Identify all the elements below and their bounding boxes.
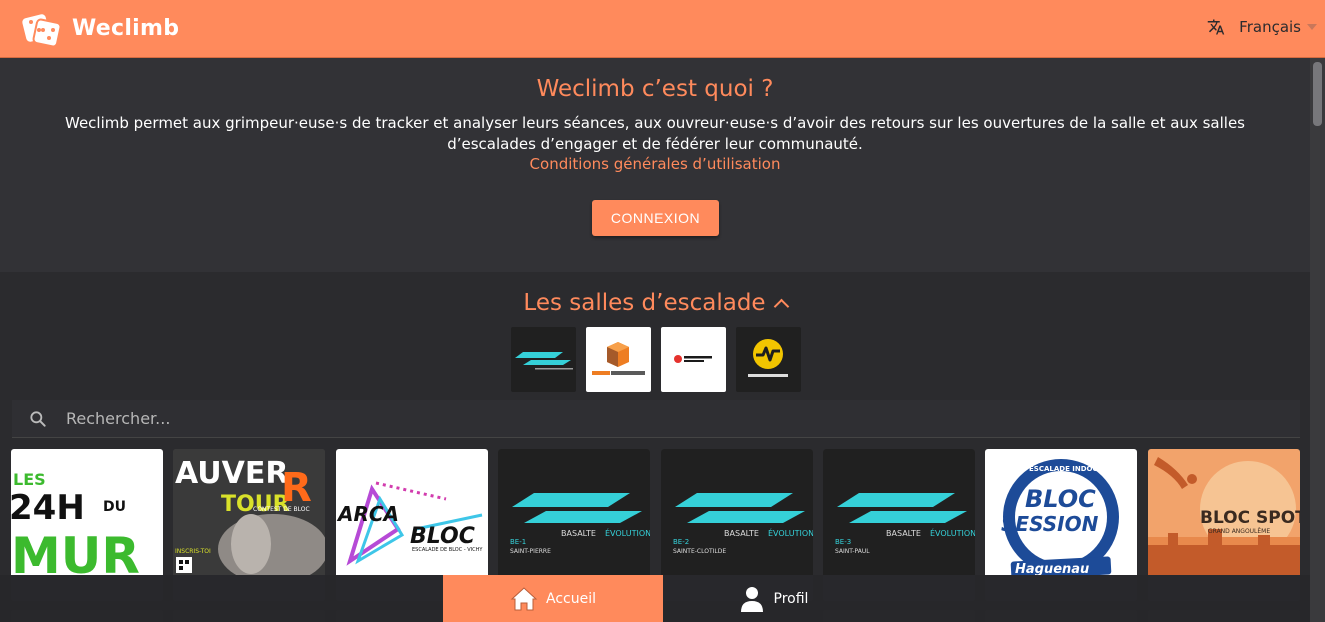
gym-card-text: BLOC	[410, 524, 475, 549]
gym-card-text: MUR	[11, 527, 140, 575]
gym-card-image: BASALTE ÉVOLUTION BE-1 SAINT-PIERRE	[498, 449, 650, 575]
page-scrollbar[interactable]	[1310, 58, 1325, 622]
gyms-title: Les salles d’escalade	[523, 290, 766, 316]
gym-card-text: TOUR	[221, 492, 290, 517]
chevron-up-icon[interactable]	[773, 298, 789, 315]
gym-card-text: CONTEST DE BLOC	[253, 506, 310, 513]
dice-logo-icon	[22, 13, 62, 47]
gym-card-text: BASALTE	[724, 529, 759, 538]
gym-card-text: BASALTE	[886, 529, 921, 538]
chain-chip-vertical-art[interactable]	[736, 327, 801, 392]
brand[interactable]: Weclimb	[20, 8, 179, 50]
gym-card-text: ÉVOLUTION	[605, 527, 650, 538]
gym-card-image: ARCA BLOC ESCALADE DE BLOC - VICHY	[336, 449, 488, 575]
scrollbar-thumb[interactable]	[1313, 62, 1322, 126]
nav-home-tab[interactable]: Accueil	[443, 575, 663, 622]
gym-card-text: ÉVOLUTION	[768, 527, 813, 538]
login-button[interactable]: CONNEXION	[592, 200, 719, 236]
basalte-evolution-logo-icon	[515, 352, 573, 370]
gym-card-text: BE-1	[510, 538, 526, 546]
blockout-logo-icon	[674, 355, 712, 363]
gym-card-text: DU	[103, 499, 126, 515]
caret-down-icon	[1307, 24, 1317, 30]
intro-section: Weclimb c’est quoi ? Weclimb permet aux …	[0, 58, 1310, 272]
gym-card-text: Haguenau	[1015, 562, 1089, 575]
gym-search-bar	[12, 400, 1300, 438]
gym-card-text: R	[281, 465, 312, 511]
chain-chip-basalte[interactable]	[511, 327, 576, 392]
vertical-art-logo-icon	[748, 339, 788, 377]
gym-card-text: SAINT-PAUL	[835, 548, 870, 555]
gym-card-text: SAINTE-CLOTILDE	[673, 548, 726, 555]
gym-card-text: AND MORE	[1047, 548, 1084, 555]
gym-card-image: BASALTE ÉVOLUTION BE-2 SAINTE-CLOTILDE	[661, 449, 813, 575]
gym-card-image: LES 24H DU MUR	[11, 449, 163, 575]
brand-name: Weclimb	[72, 16, 180, 41]
home-icon	[510, 586, 538, 610]
gym-card-text: SAINT-PIERRE	[510, 548, 551, 555]
blocbuster-logo-icon	[592, 342, 645, 377]
gyms-section-header[interactable]: Les salles d’escalade	[0, 290, 1310, 316]
gym-card-text: ÉVOLUTION	[930, 527, 975, 538]
gym-card-image: ESCALADE INDOOR BLOC SESSION AND MORE Ha…	[985, 449, 1137, 575]
gym-card-text: SESSION	[1001, 512, 1099, 536]
nav-profile-tab[interactable]: Profil	[663, 575, 883, 622]
gym-card-text: LES	[13, 470, 46, 489]
search-icon	[30, 410, 46, 427]
gym-card-text: BE-2	[673, 538, 689, 546]
gym-card-image: AUVER TOUR R CONTEST DE BLOC INSCRIS-TOI	[173, 449, 325, 575]
translate-icon	[1207, 19, 1225, 35]
language-selector[interactable]: Français	[1207, 18, 1317, 36]
gym-card-text: BLOC	[1025, 485, 1096, 513]
gym-card-text: BE-3	[835, 538, 851, 546]
language-label: Français	[1239, 18, 1301, 36]
nav-home-label: Accueil	[546, 590, 596, 607]
gym-card-text: BLOC SPOT	[1200, 508, 1300, 528]
gym-card-text: 24H	[11, 488, 85, 528]
chain-chip-blockout[interactable]	[661, 327, 726, 392]
gym-card-text: ESCALADE INDOOR	[1029, 465, 1104, 473]
intro-title: Weclimb c’est quoi ?	[536, 76, 774, 102]
gym-card-image: BASALTE ÉVOLUTION BE-3 SAINT-PAUL	[823, 449, 975, 575]
gym-card-text: INSCRIS-TOI	[175, 548, 211, 555]
terms-link[interactable]: Conditions générales d’utilisation	[0, 155, 1310, 173]
chain-chip-blocbuster[interactable]	[586, 327, 651, 392]
intro-description: Weclimb permet aux grimpeur·euse·s de tr…	[65, 114, 1245, 153]
top-app-bar: Weclimb Français	[0, 0, 1325, 58]
gym-card-image: BLOC SPOT GRAND ANGOULÊME	[1148, 449, 1300, 575]
gym-card-text: ESCALADE DE BLOC - VICHY	[412, 547, 483, 553]
gym-card-text: BASALTE	[561, 529, 596, 538]
nav-profile-label: Profil	[773, 590, 809, 607]
gym-card-text: ARCA	[336, 502, 399, 526]
user-icon	[740, 586, 763, 612]
gym-search-input[interactable]	[66, 409, 1266, 428]
gym-card-text: GRAND ANGOULÊME	[1208, 527, 1270, 535]
gym-card-text: AUVER	[175, 456, 288, 491]
bottom-navigation: Accueil Profil	[0, 575, 1310, 622]
